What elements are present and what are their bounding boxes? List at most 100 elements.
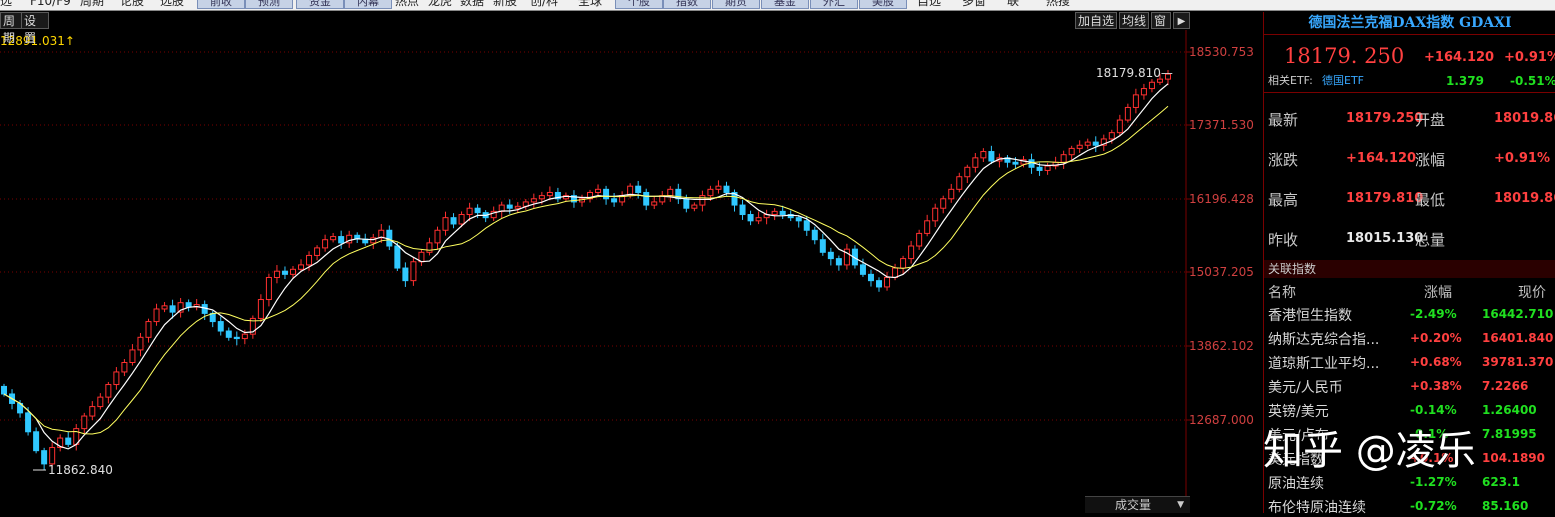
related-change: -0.14% xyxy=(1410,403,1457,417)
window-button[interactable]: 窗 xyxy=(1151,12,1171,29)
candle-body xyxy=(755,217,762,222)
candle-body xyxy=(281,270,288,275)
col-change-header: 涨幅 xyxy=(1424,285,1452,301)
y-tick-label: 13862.102 xyxy=(1189,339,1254,353)
etf-price: 1.379 xyxy=(1446,74,1484,88)
candle-body xyxy=(948,188,955,200)
candle-body xyxy=(1068,147,1075,156)
candle-body xyxy=(217,321,224,332)
quote-label: 最新 xyxy=(1268,111,1299,129)
candle-body xyxy=(1060,154,1067,163)
quote-label: 涨跌 xyxy=(1268,151,1299,169)
related-price: 39781.370 xyxy=(1482,355,1554,369)
candle-body xyxy=(273,270,280,278)
related-price: 85.160 xyxy=(1482,499,1529,513)
related-price: 16442.710 xyxy=(1482,307,1554,321)
candle-body xyxy=(739,204,746,216)
candle-body xyxy=(137,336,144,351)
period-button[interactable]: 周期 xyxy=(0,12,22,45)
candle-body xyxy=(1092,141,1099,146)
chart-toolbar: 周期 设置 xyxy=(0,12,1190,45)
candle-body xyxy=(530,198,537,203)
quote-value: +164.120 xyxy=(1346,151,1417,166)
candle-body xyxy=(795,217,802,222)
price-change-pct: +0.91% xyxy=(1504,50,1555,65)
candle-body xyxy=(707,188,714,197)
etf-label: 相关ETF: xyxy=(1268,74,1313,87)
candle-body xyxy=(723,185,730,193)
candle-body xyxy=(1108,132,1115,140)
related-name[interactable]: 道琼斯工业平均... xyxy=(1268,353,1379,373)
candle-body xyxy=(33,431,40,452)
candle-body xyxy=(876,280,883,288)
related-change: -1.27% xyxy=(1410,475,1457,489)
candle-body xyxy=(298,264,305,270)
settings-button[interactable]: 设置 xyxy=(21,12,49,45)
col-price-header: 现价 xyxy=(1518,285,1546,301)
candle-body xyxy=(257,299,264,319)
candle-body xyxy=(474,207,481,214)
y-tick-label: 15037.205 xyxy=(1189,265,1254,279)
candle-body xyxy=(1012,161,1019,165)
candle-body xyxy=(1148,81,1155,90)
related-name[interactable]: 美元/人民币 xyxy=(1268,377,1343,397)
candle-body xyxy=(105,384,112,398)
etf-name[interactable]: 德国ETF xyxy=(1322,72,1364,90)
volume-selector[interactable]: 成交量 ▼ xyxy=(1085,496,1190,513)
candle-body xyxy=(1036,166,1043,171)
candle-body xyxy=(322,239,329,249)
y-tick-label: 17371.530 xyxy=(1189,118,1254,132)
watermark: 知乎 @凌乐 xyxy=(1263,428,1476,474)
candle-body xyxy=(233,336,240,340)
related-name[interactable]: 布伦特原油连续 xyxy=(1268,497,1366,517)
candle-body xyxy=(916,232,923,247)
quote-value: 18015.130 xyxy=(1346,231,1424,246)
candle-body xyxy=(811,229,818,241)
candle-body xyxy=(121,362,128,373)
candle-body xyxy=(289,268,296,275)
related-change: -2.49% xyxy=(1410,307,1457,321)
related-name[interactable]: 原油连续 xyxy=(1268,473,1324,493)
candle-body xyxy=(314,247,321,256)
candle-body xyxy=(442,217,449,231)
candle-body xyxy=(651,201,658,206)
related-name[interactable]: 香港恒生指数 xyxy=(1268,305,1352,325)
related-name[interactable]: 纳斯达克综合指... xyxy=(1268,329,1379,349)
candle-body xyxy=(450,217,457,225)
candle-body xyxy=(611,198,618,203)
candle-body xyxy=(1124,106,1131,121)
candle-body xyxy=(956,176,963,190)
related-change: +0.68% xyxy=(1410,355,1462,369)
candle-body xyxy=(771,210,778,216)
candle-body xyxy=(306,254,313,266)
collapse-panel-icon[interactable]: ▶ xyxy=(1173,12,1190,29)
candle-body xyxy=(153,308,160,323)
max-price-label: 18179.810— xyxy=(1096,66,1173,80)
candle-body xyxy=(643,191,650,206)
candlestick-chart[interactable]: 18530.753 17371.530 16196.428 15037.205 1386… xyxy=(0,0,1263,513)
quote-value: 18179.250 xyxy=(1346,111,1424,126)
quote-label: 最低 xyxy=(1415,191,1446,209)
ma-short-line xyxy=(3,83,1169,450)
candle-body xyxy=(819,239,826,253)
candle-body xyxy=(940,198,947,209)
candle-body xyxy=(25,412,32,433)
candle-body xyxy=(145,321,152,338)
related-section-header: 关联指数 xyxy=(1264,260,1555,278)
candle-body xyxy=(113,371,120,386)
candle-body xyxy=(603,188,610,200)
candle-body xyxy=(635,185,642,193)
quote-value: 18019.86 xyxy=(1494,191,1555,206)
candle-body xyxy=(169,305,176,313)
ma-button[interactable]: 均线 xyxy=(1119,12,1149,29)
price-change: +164.120 xyxy=(1424,50,1495,65)
candle-body xyxy=(827,251,834,260)
add-watchlist-button[interactable]: 加自选 xyxy=(1075,12,1117,29)
quote-label: 总量 xyxy=(1415,231,1446,249)
candle-body xyxy=(330,236,337,241)
related-price: 104.1890 xyxy=(1482,451,1546,465)
candle-body xyxy=(241,333,248,340)
chevron-down-icon: ▼ xyxy=(1177,500,1184,510)
candle-body xyxy=(932,207,939,222)
candle-body xyxy=(1044,165,1051,171)
